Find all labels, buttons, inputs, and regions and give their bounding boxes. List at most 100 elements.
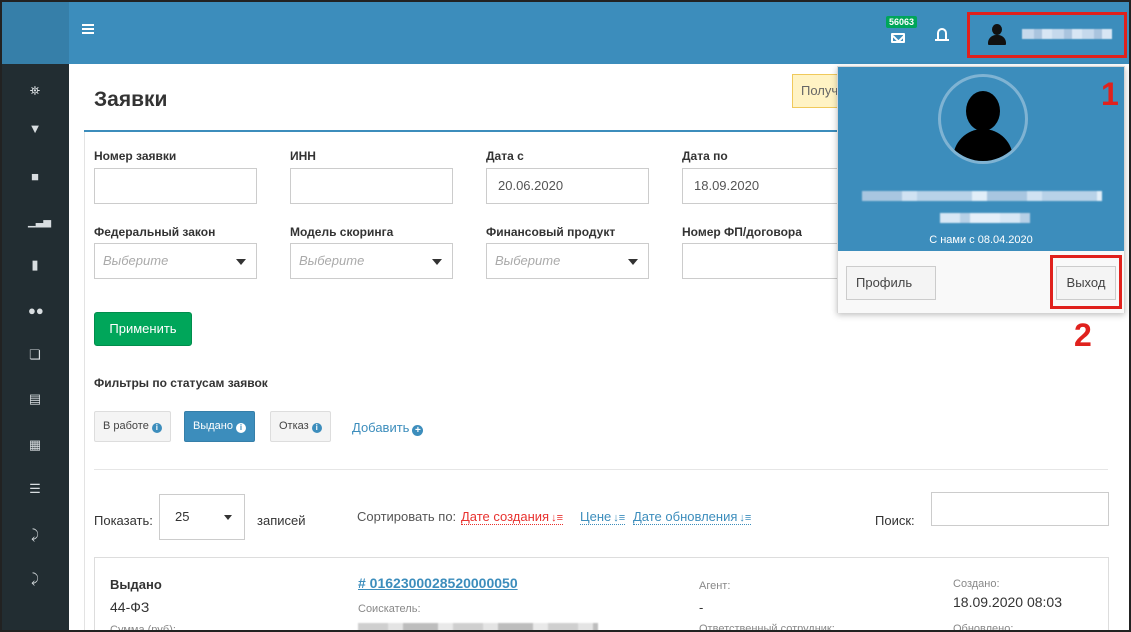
info-icon: i	[151, 423, 162, 433]
paperclip-icon[interactable]: ⤸	[28, 528, 42, 542]
model-label: Модель скоринга	[290, 225, 394, 239]
search-input[interactable]	[931, 492, 1109, 526]
records-label: записей	[257, 513, 306, 528]
bell-icon[interactable]	[935, 28, 949, 41]
date-to-label: Дата по	[682, 149, 728, 163]
user-name-redacted	[1022, 29, 1112, 39]
model-placeholder: Выберите	[299, 253, 365, 268]
envelope-icon	[891, 33, 905, 43]
sort-desc-icon: ↓≡	[739, 512, 752, 524]
chevron-down-icon	[224, 515, 232, 520]
card-number-link[interactable]: # 0162300028520000050	[358, 575, 518, 591]
card-created-label: Создано:	[953, 578, 1000, 590]
copy-icon[interactable]: ❏	[28, 348, 42, 362]
status-label: Отказ	[279, 420, 309, 432]
tag-icon[interactable]: ▮	[28, 258, 42, 272]
calculator-icon[interactable]: ▦	[28, 438, 42, 452]
bank-icon[interactable]: ⛯	[28, 84, 42, 98]
card-agent-value: -	[699, 600, 704, 615]
law-label: Федеральный закон	[94, 225, 216, 239]
product-label: Финансовый продукт	[486, 225, 616, 239]
status-filters-title: Фильтры по статусам заявок	[94, 376, 268, 390]
number-input[interactable]	[94, 168, 257, 204]
bar-chart-icon[interactable]: ▁▃▅	[28, 216, 51, 230]
avatar	[938, 74, 1028, 164]
card-created-value: 18.09.2020 08:03	[953, 594, 1062, 610]
card-sum-label: Сумма (руб):	[110, 624, 176, 632]
card-status: Выдано	[110, 577, 162, 592]
paperclip-icon[interactable]: ⤸	[28, 572, 42, 586]
date-to-input[interactable]: 18.09.2020	[682, 168, 842, 204]
status-in-progress-button[interactable]: В работе i	[94, 411, 171, 442]
hamburger-icon[interactable]	[82, 24, 94, 34]
user-company-redacted	[940, 213, 1030, 223]
sort-option-label: Цене	[580, 509, 612, 524]
profile-button[interactable]: Профиль	[846, 266, 936, 300]
card-updated-label: Обновлено:	[953, 623, 1014, 632]
chevron-down-icon	[236, 259, 246, 265]
number-label: Номер заявки	[94, 149, 177, 163]
user-header: С нами с 08.04.2020	[838, 67, 1124, 251]
sort-option-label: Дате обновления	[633, 509, 738, 524]
logout-highlight-frame	[1050, 255, 1122, 309]
page-size-select[interactable]: 25	[159, 494, 245, 540]
product-placeholder: Выберите	[495, 253, 561, 268]
logo-area	[2, 2, 69, 64]
status-issued-button[interactable]: Выдано i	[184, 411, 255, 442]
card-agent-label: Агент:	[699, 580, 731, 592]
show-label: Показать:	[94, 513, 153, 528]
sort-by-created[interactable]: Дате создания ↓≡	[461, 509, 564, 525]
user-fullname-redacted	[862, 191, 1102, 201]
sort-by-price[interactable]: Цене ↓≡	[580, 509, 626, 525]
date-from-label: Дата с	[486, 149, 524, 163]
messages-button[interactable]: 56063	[884, 16, 918, 50]
member-since: С нами с 08.04.2020	[929, 234, 1033, 246]
apply-button[interactable]: Применить	[94, 312, 192, 346]
status-label: В работе	[103, 420, 149, 432]
page-title: Заявки	[94, 88, 168, 111]
chevron-down-icon	[628, 259, 638, 265]
sort-desc-icon: ↓≡	[613, 512, 626, 524]
info-icon: i	[311, 423, 322, 433]
plus-circle-icon: +	[412, 425, 424, 436]
card-responsible-label: Ответственный сотрудник:	[699, 623, 835, 632]
sort-by-updated[interactable]: Дате обновления ↓≡	[633, 509, 752, 525]
inn-label: ИНН	[290, 149, 316, 163]
sort-option-label: Дате создания	[461, 509, 550, 524]
sort-label: Сортировать по:	[357, 509, 457, 524]
annotation-1: 1	[1101, 76, 1119, 112]
add-label: Добавить	[352, 420, 410, 435]
info-icon: i	[235, 423, 246, 433]
page-size-value: 25	[175, 509, 190, 524]
product-select[interactable]: Выберите	[486, 243, 649, 279]
applicant-name-redacted	[358, 623, 598, 630]
contract-label: Номер ФП/договора	[682, 225, 802, 239]
divider	[94, 469, 1108, 470]
tie-icon[interactable]: ▼	[28, 122, 42, 136]
sort-desc-icon: ↓≡	[551, 512, 564, 524]
list-icon[interactable]: ☰	[28, 482, 42, 496]
user-icon	[988, 24, 1006, 46]
status-label: Выдано	[193, 420, 233, 432]
archive-icon[interactable]: ■	[28, 170, 42, 184]
users-icon[interactable]: ●●	[28, 304, 44, 318]
card-applicant-label: Соискатель:	[358, 603, 421, 615]
card-law: 44-ФЗ	[110, 599, 150, 615]
status-rejected-button[interactable]: Отказ i	[270, 411, 331, 442]
sidebar: ⛯ ▼ ■ ▁▃▅ ▮ ●● ❏ ▤ ▦ ☰ ⤸ ⤸	[2, 64, 69, 630]
mail-count-badge: 56063	[886, 16, 918, 28]
search-label: Поиск:	[875, 513, 915, 528]
model-select[interactable]: Выберите	[290, 243, 453, 279]
chevron-down-icon	[432, 259, 442, 265]
contract-input[interactable]	[682, 243, 842, 279]
law-placeholder: Выберите	[103, 253, 169, 268]
app-frame: 56063 ⛯ ▼ ■ ▁▃▅ ▮ ●● ❏ ▤ ▦ ☰ ⤸ ⤸ Заявки …	[0, 0, 1131, 632]
document-icon[interactable]: ▤	[28, 392, 42, 406]
date-from-input[interactable]: 20.06.2020	[486, 168, 649, 204]
user-menu-toggle[interactable]	[967, 12, 1127, 58]
top-navbar: 56063	[2, 2, 1129, 64]
add-status-link[interactable]: Добавить +	[352, 420, 424, 436]
inn-input[interactable]	[290, 168, 453, 204]
law-select[interactable]: Выберите	[94, 243, 257, 279]
annotation-2: 2	[1074, 317, 1092, 353]
